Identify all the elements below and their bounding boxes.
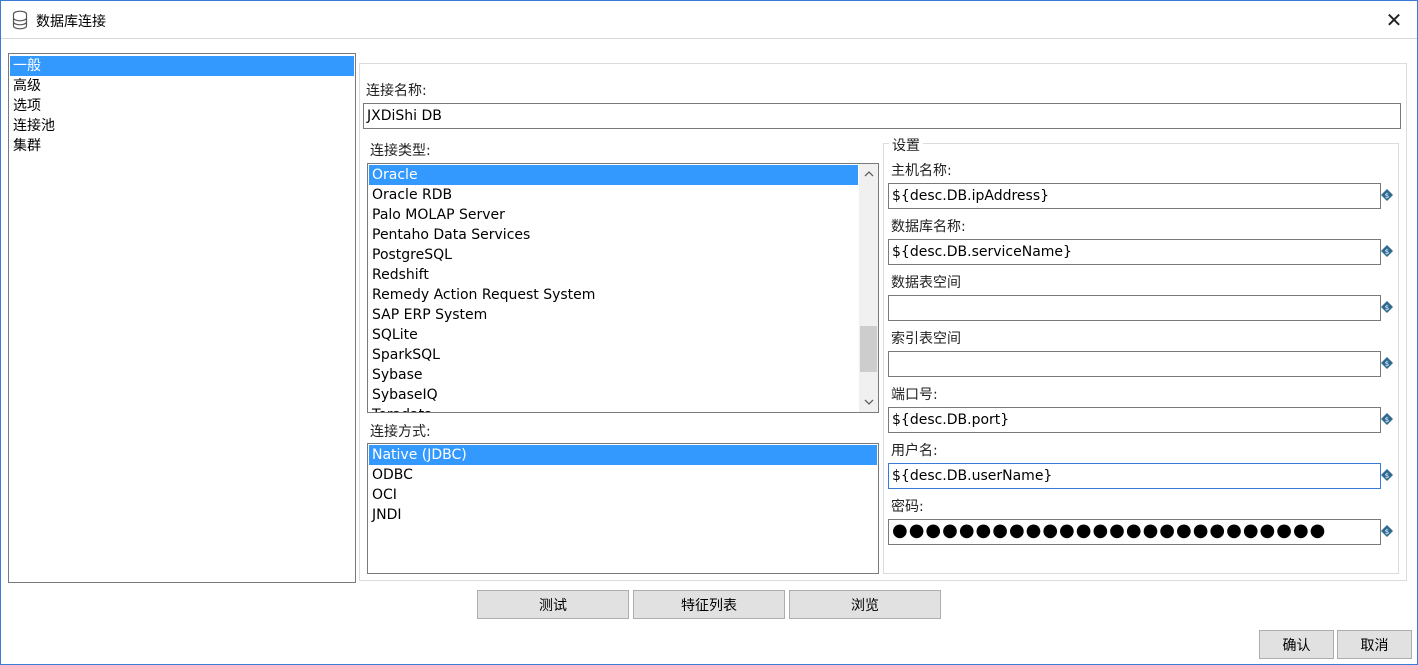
access-method-list[interactable]: Native (JDBC) ODBC OCI JNDI bbox=[367, 443, 879, 574]
database-name-input[interactable]: ${desc.DB.serviceName} bbox=[888, 239, 1381, 265]
scroll-down-icon[interactable] bbox=[859, 392, 878, 412]
list-item[interactable]: JNDI bbox=[369, 505, 877, 525]
window-title: 数据库连接 bbox=[36, 14, 106, 30]
cancel-button[interactable]: 取消 bbox=[1337, 630, 1412, 659]
password-label: 密码: bbox=[891, 499, 924, 515]
connection-name-input[interactable]: JXDiShi DB bbox=[363, 103, 1401, 129]
database-connection-dialog: 数据库连接 ✕ 一般 高级 选项 连接池 集群 连接名称: JXDiShi DB… bbox=[0, 0, 1418, 665]
connection-type-list[interactable]: Oracle Oracle RDB Palo MOLAP Server Pent… bbox=[367, 163, 879, 413]
title-bar: 数据库连接 ✕ bbox=[1, 1, 1417, 39]
variable-icon[interactable]: $ bbox=[1381, 245, 1393, 257]
list-item[interactable]: SQLite bbox=[369, 325, 858, 345]
variable-icon[interactable]: $ bbox=[1381, 357, 1393, 369]
vertical-scrollbar[interactable] bbox=[859, 164, 878, 412]
data-tablespace-input[interactable] bbox=[888, 295, 1381, 321]
explore-button[interactable]: 浏览 bbox=[789, 590, 941, 619]
variable-icon[interactable]: $ bbox=[1381, 189, 1393, 201]
test-button[interactable]: 测试 bbox=[477, 590, 629, 619]
access-method-label: 连接方式: bbox=[370, 424, 431, 440]
scroll-thumb[interactable] bbox=[860, 326, 877, 372]
variable-icon[interactable]: $ bbox=[1381, 469, 1393, 481]
connection-name-label: 连接名称: bbox=[366, 83, 427, 99]
host-name-input[interactable]: ${desc.DB.ipAddress} bbox=[888, 183, 1381, 209]
nav-item-options[interactable]: 选项 bbox=[10, 96, 354, 116]
list-item[interactable]: Sybase bbox=[369, 365, 858, 385]
scroll-up-icon[interactable] bbox=[859, 164, 878, 184]
list-item[interactable]: ODBC bbox=[369, 465, 877, 485]
svg-text:$: $ bbox=[1385, 416, 1389, 424]
list-item[interactable]: SAP ERP System bbox=[369, 305, 858, 325]
password-input[interactable]: ●●●●●●●●●●●●●●●●●●●●●●●●●● bbox=[888, 519, 1381, 545]
variable-icon[interactable]: $ bbox=[1381, 301, 1393, 313]
list-item[interactable]: SybaseIQ bbox=[369, 385, 858, 405]
username-label: 用户名: bbox=[891, 443, 938, 459]
data-tablespace-label: 数据表空间 bbox=[891, 275, 961, 291]
svg-text:$: $ bbox=[1385, 472, 1389, 480]
svg-text:$: $ bbox=[1385, 192, 1389, 200]
list-item[interactable]: Teradata bbox=[369, 405, 858, 412]
svg-text:$: $ bbox=[1385, 248, 1389, 256]
port-label: 端口号: bbox=[891, 387, 938, 403]
nav-item-general[interactable]: 一般 bbox=[10, 56, 354, 76]
list-item[interactable]: PostgreSQL bbox=[369, 245, 858, 265]
close-icon: ✕ bbox=[1385, 7, 1403, 32]
list-item[interactable]: Oracle RDB bbox=[369, 185, 858, 205]
database-icon bbox=[12, 10, 28, 30]
list-item[interactable]: Redshift bbox=[369, 265, 858, 285]
list-item[interactable]: SparkSQL bbox=[369, 345, 858, 365]
svg-text:$: $ bbox=[1385, 304, 1389, 312]
port-input[interactable]: ${desc.DB.port} bbox=[888, 407, 1381, 433]
list-item[interactable]: Native (JDBC) bbox=[369, 445, 877, 465]
list-item[interactable]: Remedy Action Request System bbox=[369, 285, 858, 305]
index-tablespace-input[interactable] bbox=[888, 351, 1381, 377]
list-item[interactable]: Pentaho Data Services bbox=[369, 225, 858, 245]
list-item[interactable]: Palo MOLAP Server bbox=[369, 205, 858, 225]
username-input[interactable]: ${desc.DB.userName} bbox=[888, 463, 1381, 489]
variable-icon[interactable]: $ bbox=[1381, 525, 1393, 537]
svg-text:$: $ bbox=[1385, 360, 1389, 368]
nav-item-clustering[interactable]: 集群 bbox=[10, 136, 354, 156]
settings-group-title: 设置 bbox=[889, 135, 923, 155]
nav-item-advanced[interactable]: 高级 bbox=[10, 76, 354, 96]
ok-button[interactable]: 确认 bbox=[1259, 630, 1334, 659]
close-button[interactable]: ✕ bbox=[1371, 1, 1417, 38]
feature-list-button[interactable]: 特征列表 bbox=[633, 590, 785, 619]
database-name-label: 数据库名称: bbox=[891, 219, 966, 235]
connection-type-label: 连接类型: bbox=[370, 143, 431, 159]
variable-icon[interactable]: $ bbox=[1381, 413, 1393, 425]
nav-item-pooling[interactable]: 连接池 bbox=[10, 116, 354, 136]
index-tablespace-label: 索引表空间 bbox=[891, 331, 961, 347]
svg-text:$: $ bbox=[1385, 528, 1389, 536]
list-item[interactable]: Oracle bbox=[369, 165, 858, 185]
list-item[interactable]: OCI bbox=[369, 485, 877, 505]
category-list: 一般 高级 选项 连接池 集群 bbox=[8, 53, 356, 583]
host-name-label: 主机名称: bbox=[891, 163, 952, 179]
